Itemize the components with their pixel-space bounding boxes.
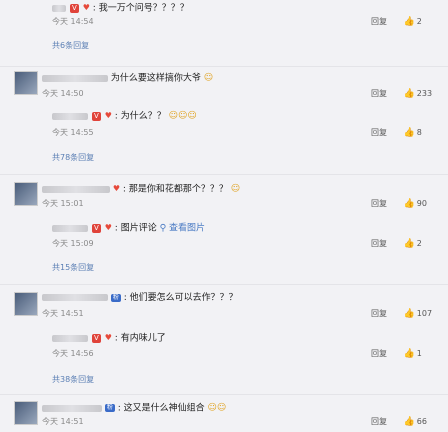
thumbs-up-icon[interactable]: 👍 <box>404 17 415 27</box>
timestamp: 今天 15:01 <box>42 199 84 208</box>
reply-text: : 有内味儿了 <box>114 333 166 344</box>
heart-icon: ♥ <box>104 223 112 232</box>
reply-actions: 回复 👍 8 <box>371 127 422 138</box>
view-image-link[interactable]: ⚲ 查看图片 <box>160 224 205 234</box>
reply-line: V ♥ : 我一万个问号？？？？ <box>52 2 189 15</box>
comment-actions: 回复 👍 66 <box>371 416 427 427</box>
view-replies-link[interactable]: 共38条回复 <box>52 374 94 386</box>
like-count: 1 <box>416 349 422 358</box>
divider <box>0 174 448 175</box>
heart-icon: ♥ <box>82 3 90 12</box>
username-blurred[interactable] <box>52 224 88 232</box>
like-count: 2 <box>416 239 422 248</box>
comment-line: 粉 : 这又是什么神仙组合 ☺☺ <box>42 402 226 415</box>
avatar[interactable] <box>14 401 38 425</box>
verified-badge: V <box>91 333 101 343</box>
heart-icon: ♥ <box>112 184 121 193</box>
timestamp: 今天 15:09 <box>52 239 94 248</box>
username-blurred[interactable] <box>52 4 66 12</box>
timestamp: 今天 14:56 <box>52 349 94 358</box>
username-blurred[interactable] <box>42 74 108 82</box>
username-blurred[interactable] <box>52 334 88 342</box>
emoji-icon: ☺☺ <box>207 403 227 413</box>
emoji-icon: ☺☺☺ <box>168 111 197 121</box>
timestamp: 今天 14:51 <box>42 417 84 426</box>
comment-actions: 回复 👍 107 <box>371 308 432 319</box>
avatar[interactable] <box>14 71 38 95</box>
divider <box>0 394 448 395</box>
view-replies-link[interactable]: 共15条回复 <box>52 262 94 274</box>
avatar[interactable] <box>14 292 38 316</box>
username-blurred[interactable] <box>42 294 108 301</box>
username-blurred[interactable] <box>52 112 88 120</box>
divider <box>0 284 448 285</box>
like-count: 66 <box>416 417 427 426</box>
reply-text: : 我一万个问号？？？？ <box>92 3 189 14</box>
thumbs-up-icon[interactable]: 👍 <box>404 239 415 249</box>
username-blurred[interactable] <box>42 185 110 193</box>
verified-badge: V <box>91 111 101 121</box>
verified-badge: V <box>69 3 79 13</box>
divider <box>0 66 448 67</box>
reply-line: V ♥ : 为什么？？ ☺☺☺ <box>52 110 197 123</box>
reply-actions: 回复 👍 2 <box>371 16 422 27</box>
reply-line: V ♥ : 图片评论 ⚲ 查看图片 <box>52 222 205 235</box>
emoji-icon: ☺ <box>203 73 214 83</box>
avatar[interactable] <box>14 182 38 206</box>
reply-button[interactable]: 回复 <box>371 239 387 248</box>
timestamp: 今天 14:50 <box>42 89 84 98</box>
heart-icon: ♥ <box>104 333 112 342</box>
reply-button[interactable]: 回复 <box>371 89 387 98</box>
like-count: 107 <box>416 309 433 318</box>
comment-actions: 回复 👍 90 <box>371 198 427 209</box>
reply-actions: 回复 👍 2 <box>371 238 422 249</box>
reply-button[interactable]: 回复 <box>371 17 387 26</box>
reply-text: : 为什么？？ <box>114 111 166 122</box>
thumbs-up-icon[interactable]: 👍 <box>404 128 415 138</box>
thumbs-up-icon[interactable]: 👍 <box>404 199 415 209</box>
thumbs-up-icon[interactable]: 👍 <box>404 89 415 99</box>
emoji-icon: ☺ <box>230 184 241 194</box>
reply-actions: 回复 👍 1 <box>371 348 422 359</box>
comment-text: : 这又是什么神仙组合 <box>117 403 205 414</box>
reply-text: : 图片评论 <box>114 223 157 234</box>
comment-line: ♥ : 那是你和花都那个？？？ ☺ <box>42 183 240 196</box>
reply-button[interactable]: 回复 <box>371 199 387 208</box>
reply-button[interactable]: 回复 <box>371 309 387 318</box>
view-replies-link[interactable]: 共78条回复 <box>52 152 94 164</box>
fan-badge: 粉 <box>104 404 115 412</box>
like-count: 2 <box>416 17 422 26</box>
comment-line: 粉 : 他们要怎么可以去作？？？ <box>42 292 238 304</box>
like-count: 233 <box>416 89 433 98</box>
comment-line: 为什么要这样搞你大爷 ☺ <box>42 72 213 85</box>
view-replies-link[interactable]: 共6条回复 <box>52 40 89 52</box>
verified-badge: V <box>91 223 101 233</box>
timestamp: 今天 14:54 <box>52 17 94 26</box>
comment-text: : 他们要怎么可以去作？？？ <box>123 293 238 303</box>
comment-actions: 回复 👍 233 <box>371 88 432 99</box>
comment-text: : 那是你和花都那个？？？ <box>122 184 228 195</box>
comment-text: 为什么要这样搞你大爷 <box>110 73 201 84</box>
thumbs-up-icon[interactable]: 👍 <box>404 349 415 359</box>
like-count: 90 <box>416 199 427 208</box>
reply-line: V ♥ : 有内味儿了 <box>52 332 166 345</box>
thumbs-up-icon[interactable]: 👍 <box>404 417 415 427</box>
reply-button[interactable]: 回复 <box>371 128 387 137</box>
fan-badge: 粉 <box>110 293 121 302</box>
thumbs-up-icon[interactable]: 👍 <box>404 309 415 319</box>
heart-icon: ♥ <box>104 111 112 120</box>
reply-button[interactable]: 回复 <box>371 417 387 426</box>
timestamp: 今天 14:51 <box>42 309 84 318</box>
reply-button[interactable]: 回复 <box>371 349 387 358</box>
like-count: 8 <box>416 128 422 137</box>
username-blurred[interactable] <box>42 404 102 412</box>
timestamp: 今天 14:55 <box>52 128 94 137</box>
